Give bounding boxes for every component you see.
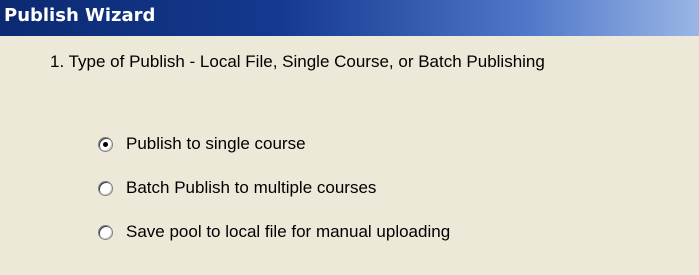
radio-save-local-file[interactable]	[98, 224, 113, 240]
radio-publish-single-course[interactable]	[98, 136, 113, 152]
option-publish-single-course[interactable]: Publish to single course	[98, 133, 306, 155]
step-heading: 1. Type of Publish - Local File, Single …	[50, 52, 545, 71]
option-batch-publish[interactable]: Batch Publish to multiple courses	[98, 177, 376, 199]
window-title: Publish Wizard	[4, 5, 156, 26]
option-save-local-file[interactable]: Save pool to local file for manual uploa…	[98, 221, 450, 243]
option-label: Publish to single course	[126, 134, 306, 153]
option-label: Batch Publish to multiple courses	[126, 178, 377, 197]
option-label: Save pool to local file for manual uploa…	[126, 222, 451, 241]
title-bar: Publish Wizard	[0, 0, 699, 36]
radio-batch-publish[interactable]	[98, 180, 113, 196]
